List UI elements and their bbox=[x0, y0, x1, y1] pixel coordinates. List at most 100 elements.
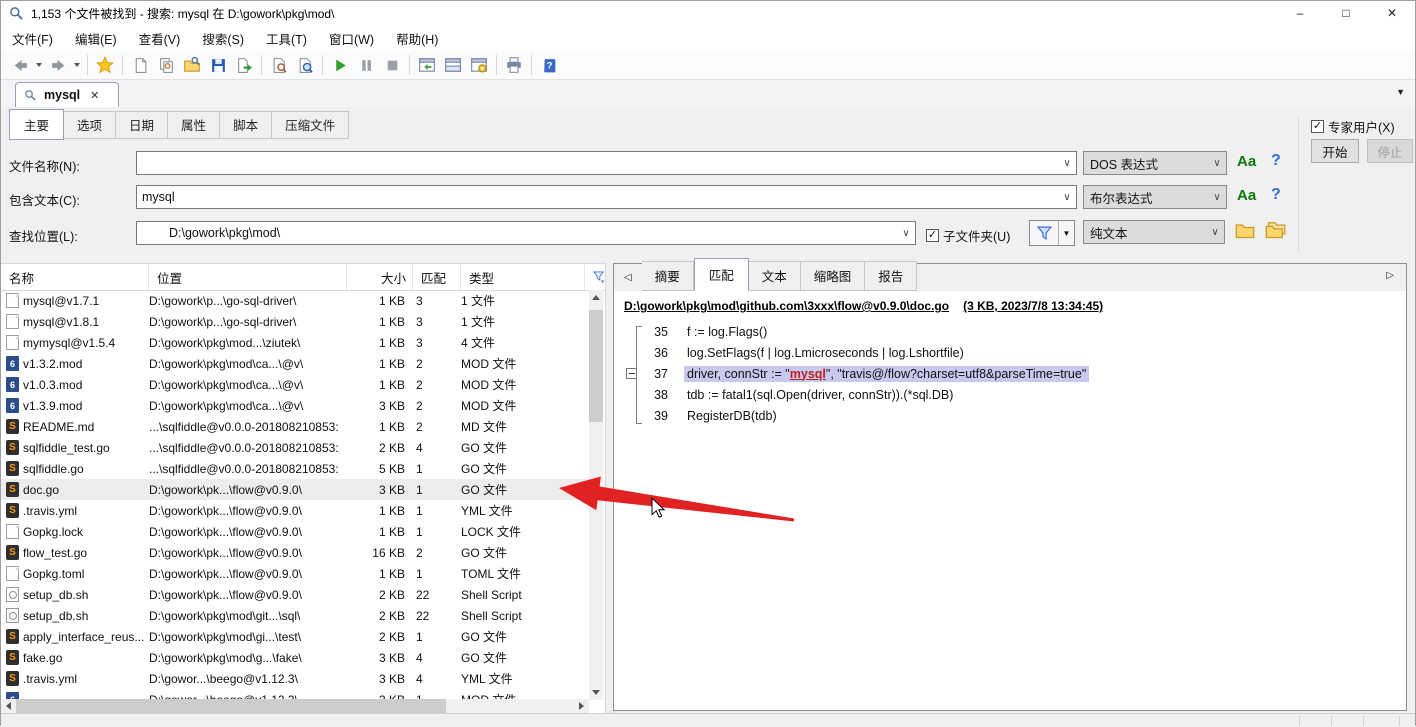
column-header-type[interactable]: 类型 bbox=[461, 264, 585, 290]
back-button[interactable] bbox=[7, 53, 33, 77]
criteria-tab[interactable]: 脚本 bbox=[220, 111, 272, 139]
filter-menu-caret-icon[interactable]: ▼ bbox=[1059, 229, 1074, 238]
menu-item[interactable]: 工具(T) bbox=[255, 29, 318, 48]
search-tab-mysql[interactable]: mysql ✕ bbox=[15, 82, 119, 107]
column-header-name[interactable]: 名称 bbox=[1, 264, 149, 290]
table-row[interactable]: .travis.yml D:\gowor...\beego@v1.12.3\ 3… bbox=[1, 668, 589, 689]
export-icon[interactable] bbox=[231, 53, 257, 77]
table-row[interactable]: v1.3.2.mod D:\gowork\pkg\mod\ca...\@v\ 1… bbox=[1, 353, 589, 374]
new-search-icon[interactable] bbox=[127, 53, 153, 77]
preview-tab[interactable]: 文本 bbox=[749, 261, 801, 291]
options-icon[interactable] bbox=[466, 53, 492, 77]
collapse-toggle-icon[interactable] bbox=[624, 389, 644, 400]
table-row[interactable]: Gopkg.toml D:\gowork\pk...\flow@v0.9.0\ … bbox=[1, 563, 589, 584]
folder-filter-button[interactable]: ▼ bbox=[1029, 220, 1075, 246]
criteria-tab[interactable]: 属性 bbox=[168, 111, 220, 139]
toggle-preview-panel-icon[interactable] bbox=[440, 53, 466, 77]
preview-tab[interactable]: 缩略图 bbox=[801, 261, 866, 291]
table-row[interactable]: mysql@v1.7.1 D:\gowork\p...\go-sql-drive… bbox=[1, 290, 589, 311]
menu-item[interactable]: 窗口(W) bbox=[318, 29, 385, 48]
column-header-path[interactable]: 位置 bbox=[149, 264, 347, 290]
scroll-left-icon[interactable] bbox=[1, 699, 16, 713]
help-icon[interactable]: ? bbox=[536, 53, 562, 77]
save-icon[interactable] bbox=[205, 53, 231, 77]
menu-item[interactable]: 文件(F) bbox=[1, 29, 64, 48]
menu-item[interactable]: 帮助(H) bbox=[385, 29, 449, 48]
containing-text-mode-select[interactable]: 布尔表达式∨ bbox=[1083, 185, 1227, 209]
tab-scroll-left-icon[interactable]: ◁ bbox=[614, 272, 642, 283]
stop-button[interactable]: 停止 bbox=[1367, 139, 1413, 163]
forward-button[interactable] bbox=[45, 53, 71, 77]
stop-search-icon[interactable] bbox=[379, 53, 405, 77]
scroll-down-icon[interactable] bbox=[589, 685, 603, 700]
criteria-tab[interactable]: 选项 bbox=[64, 111, 116, 139]
collapse-toggle-icon[interactable] bbox=[624, 410, 644, 421]
criteria-tab[interactable]: 日期 bbox=[116, 111, 168, 139]
print-icon[interactable] bbox=[501, 53, 527, 77]
copy-search-icon[interactable] bbox=[153, 53, 179, 77]
criteria-tab[interactable]: 主要 bbox=[9, 109, 64, 140]
scroll-right-icon[interactable] bbox=[574, 699, 589, 713]
chevron-down-icon[interactable]: ∨ bbox=[1058, 192, 1076, 203]
horizontal-scrollbar[interactable] bbox=[1, 699, 589, 713]
minimize-button[interactable]: – bbox=[1277, 1, 1323, 25]
table-row[interactable]: v1.3.9.mod D:\gowork\pkg\mod\ca...\@v\ 3… bbox=[1, 395, 589, 416]
table-row[interactable]: Gopkg.lock D:\gowork\pk...\flow@v0.9.0\ … bbox=[1, 521, 589, 542]
table-row[interactable]: doc.go D:\gowork\pk...\flow@v0.9.0\ 3 KB… bbox=[1, 479, 589, 500]
preview-tab[interactable]: 匹配 bbox=[694, 258, 749, 291]
results-filter-funnel-icon[interactable] bbox=[585, 264, 605, 290]
vertical-scrollbar[interactable] bbox=[589, 290, 603, 700]
table-row[interactable]: v1.0.3.mod D:\gowork\pkg\mod\ca...\@v\ 1… bbox=[1, 374, 589, 395]
table-row[interactable]: fake.go D:\gowork\pkg\mod\g...\fake\ 3 K… bbox=[1, 647, 589, 668]
table-row[interactable]: sqlfiddle_test.go ...\sqlfiddle@v0.0.0-2… bbox=[1, 437, 589, 458]
maximize-button[interactable]: □ bbox=[1323, 1, 1369, 25]
column-header-size[interactable]: 大小 bbox=[347, 264, 413, 290]
view-index-search-icon[interactable] bbox=[292, 53, 318, 77]
table-row[interactable]: apply_interface_reus... D:\gowork\pkg\mo… bbox=[1, 626, 589, 647]
open-search-icon[interactable] bbox=[179, 53, 205, 77]
table-row[interactable]: setup_db.sh D:\gowork\pk...\flow@v0.9.0\… bbox=[1, 584, 589, 605]
close-button[interactable]: ✕ bbox=[1369, 1, 1415, 25]
match-text[interactable]: mysql bbox=[790, 367, 826, 381]
containing-text-input[interactable]: mysql∨ bbox=[136, 185, 1077, 209]
scroll-up-icon[interactable] bbox=[589, 290, 603, 305]
pause-search-icon[interactable] bbox=[353, 53, 379, 77]
forward-menu-caret-icon[interactable] bbox=[71, 53, 83, 77]
horizontal-scroll-thumb[interactable] bbox=[16, 699, 446, 713]
file-name-mode-select[interactable]: DOS 表达式∨ bbox=[1083, 151, 1227, 175]
tab-close-icon[interactable]: ✕ bbox=[90, 89, 99, 102]
browse-folder-icon[interactable] bbox=[1235, 221, 1255, 239]
look-in-input[interactable]: D:\gowork\pkg\mod\∨ bbox=[136, 221, 916, 245]
collapse-toggle-icon[interactable] bbox=[624, 368, 644, 379]
table-row[interactable]: .travis.yml D:\gowork\pk...\flow@v0.9.0\… bbox=[1, 500, 589, 521]
menu-item[interactable]: 编辑(E) bbox=[64, 29, 128, 48]
table-row[interactable]: flow_test.go D:\gowork\pk...\flow@v0.9.0… bbox=[1, 542, 589, 563]
chevron-down-icon[interactable]: ∨ bbox=[1058, 158, 1076, 169]
vertical-scroll-thumb[interactable] bbox=[589, 310, 603, 422]
case-sensitive-button[interactable]: Aa bbox=[1237, 187, 1256, 204]
favorites-icon[interactable] bbox=[92, 53, 118, 77]
look-in-mode-select[interactable]: 纯文本∨ bbox=[1083, 220, 1225, 244]
tab-scroll-right-icon[interactable]: ▷ bbox=[1376, 270, 1404, 281]
help-expression-button[interactable]: ? bbox=[1271, 186, 1281, 204]
preview-tab[interactable]: 报告 bbox=[865, 261, 917, 291]
table-row[interactable]: sqlfiddle.go ...\sqlfiddle@v0.0.0-201808… bbox=[1, 458, 589, 479]
expert-user-checkbox[interactable]: ✓ 专家用户(X) bbox=[1311, 117, 1395, 136]
case-sensitive-button[interactable]: Aa bbox=[1237, 153, 1256, 170]
chevron-down-icon[interactable]: ∨ bbox=[897, 228, 915, 239]
view-file-search-icon[interactable] bbox=[266, 53, 292, 77]
start-search-icon[interactable] bbox=[327, 53, 353, 77]
recent-folders-icon[interactable] bbox=[1265, 220, 1286, 239]
toggle-search-panel-icon[interactable] bbox=[414, 53, 440, 77]
subfolders-checkbox[interactable]: ✓ 子文件夹(U) bbox=[926, 226, 1010, 245]
menu-item[interactable]: 查看(V) bbox=[128, 29, 192, 48]
tab-overflow-icon[interactable]: ▼ bbox=[1396, 87, 1405, 97]
collapse-toggle-icon[interactable] bbox=[624, 347, 644, 358]
start-button[interactable]: 开始 bbox=[1311, 139, 1359, 163]
collapse-toggle-icon[interactable] bbox=[624, 326, 644, 337]
table-row[interactable]: README.md ...\sqlfiddle@v0.0.0-201808210… bbox=[1, 416, 589, 437]
table-row[interactable]: setup_db.sh D:\gowork\pkg\mod\git...\sql… bbox=[1, 605, 589, 626]
table-row[interactable]: mysql@v1.8.1 D:\gowork\p...\go-sql-drive… bbox=[1, 311, 589, 332]
table-row[interactable]: mymysql@v1.5.4 D:\gowork\pkg\mod...\ziut… bbox=[1, 332, 589, 353]
menu-item[interactable]: 搜索(S) bbox=[191, 29, 255, 48]
